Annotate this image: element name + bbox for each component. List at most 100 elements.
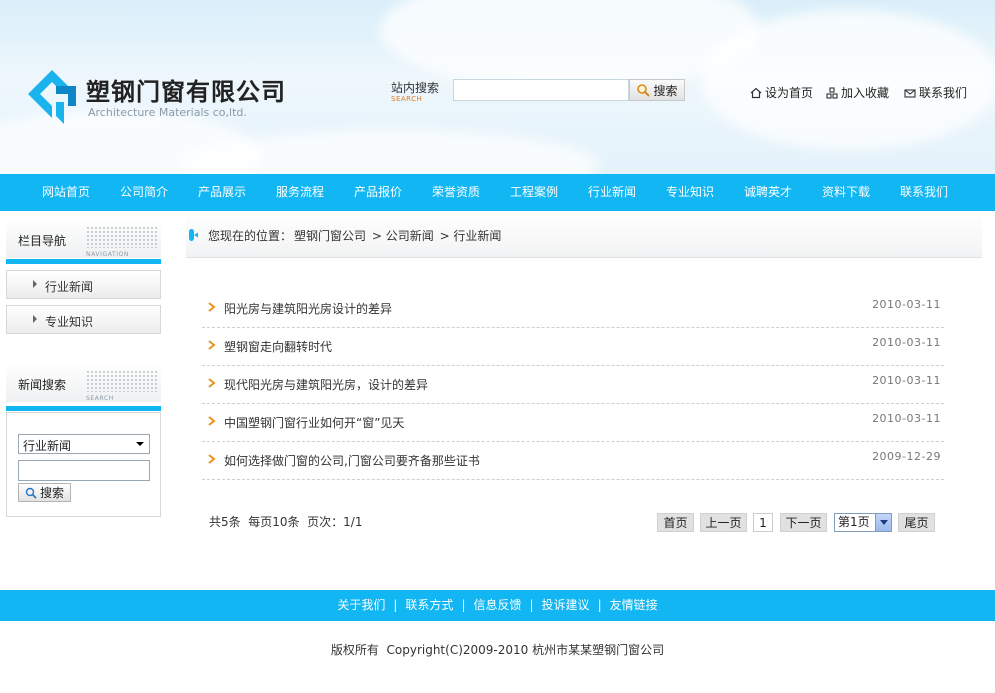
sidebar-item-knowledge[interactable]: 专业知识 <box>6 305 161 334</box>
news-category-select[interactable]: 行业新闻 <box>18 434 150 454</box>
sidebar-nav-title-en: NAVIGATION <box>86 251 130 258</box>
footer-links: 关于我们 | 联系方式 | 信息反馈 | 投诉建议 | 友情链接 <box>0 590 995 621</box>
breadcrumb-company-news[interactable]: > 公司新闻 <box>372 229 434 243</box>
set-homepage-link[interactable]: 设为首页 <box>750 84 813 101</box>
contact-us-link[interactable]: 联系我们 <box>904 84 967 101</box>
news-list-item: 中国塑钢门窗行业如何开“窗”见天 2010-03-11 <box>202 404 944 442</box>
footer-bar: 关于我们 | 联系方式 | 信息反馈 | 投诉建议 | 友情链接 <box>0 590 995 621</box>
sidebar-item-industry-news[interactable]: 行业新闻 <box>6 270 161 299</box>
bullet-arrow-icon <box>208 454 216 464</box>
sidebar-search-divider <box>6 406 161 411</box>
footer-separator: | <box>461 598 466 612</box>
nav-item-contact[interactable]: 联系我们 <box>900 174 948 211</box>
next-page-button[interactable]: 下一页 <box>780 513 827 532</box>
footer-separator: | <box>597 598 602 612</box>
news-date: 2010-03-11 <box>872 412 941 425</box>
sidebar-nav-title: 栏目导航 <box>18 234 67 248</box>
nav-item-downloads[interactable]: 资料下载 <box>822 174 870 211</box>
nav-item-cases[interactable]: 工程案例 <box>510 174 558 211</box>
breadcrumb-home[interactable]: 塑钢门窗公司 <box>294 229 366 243</box>
add-favorites-label: 加入收藏 <box>841 86 890 100</box>
page-select-value: 第1页 <box>838 515 870 529</box>
footer-separator: | <box>393 598 398 612</box>
footer-link-complaints[interactable]: 投诉建议 <box>542 598 590 612</box>
footer-separator: | <box>529 598 534 612</box>
footer-link-contact-info[interactable]: 联系方式 <box>405 598 453 612</box>
site-search-button-label: 搜索 <box>653 83 678 98</box>
dots-decoration <box>86 370 158 392</box>
nav-item-service-process[interactable]: 服务流程 <box>276 174 324 211</box>
last-page-button[interactable]: 尾页 <box>898 513 935 532</box>
news-title[interactable]: 塑钢窗走向翻转时代 <box>224 338 332 355</box>
nav-item-home[interactable]: 网站首页 <box>42 174 90 211</box>
contact-us-label: 联系我们 <box>919 86 968 100</box>
bullet-arrow-icon <box>208 378 216 388</box>
search-icon <box>25 487 37 499</box>
news-date: 2010-03-11 <box>872 336 941 349</box>
copyright-text: 版权所有 Copyright(C)2009-2010 杭州市某某塑钢门窗公司 <box>330 643 665 657</box>
sidebar-nav-header: 栏目导航 NAVIGATION <box>6 218 161 258</box>
favorites-icon <box>826 86 838 99</box>
search-icon <box>637 84 651 97</box>
logo-icon <box>28 70 76 124</box>
news-title[interactable]: 阳光房与建筑阳光房设计的差异 <box>224 300 392 317</box>
footer-link-feedback[interactable]: 信息反馈 <box>473 598 521 612</box>
nav-item-industry-news[interactable]: 行业新闻 <box>588 174 636 211</box>
news-search-box: 行业新闻 搜索 <box>6 412 161 517</box>
site-search-label: 站内搜索 <box>391 81 440 95</box>
site-search-button[interactable]: 搜索 <box>629 79 685 101</box>
news-search-button[interactable]: 搜索 <box>18 483 71 502</box>
sidebar-item-label: 专业知识 <box>45 315 94 329</box>
prev-page-button[interactable]: 上一页 <box>700 513 747 532</box>
main-nav: 网站首页 公司简介 产品展示 服务流程 产品报价 荣誉资质 工程案例 行业新闻 … <box>0 174 995 211</box>
page-select[interactable]: 第1页 <box>834 513 892 532</box>
bullet-arrow-icon <box>208 302 216 312</box>
nav-item-careers[interactable]: 诚聘英才 <box>744 174 792 211</box>
company-name-en: Architecture Materials co,ltd. <box>88 106 247 119</box>
header: 塑钢门窗有限公司 Architecture Materials co,ltd. … <box>0 0 995 174</box>
news-date: 2009-12-29 <box>872 450 941 463</box>
breadcrumb-industry-news[interactable]: > 行业新闻 <box>440 229 502 243</box>
news-category-value: 行业新闻 <box>23 439 72 453</box>
sidebar-search-title-en: SEARCH <box>86 395 114 402</box>
set-homepage-label: 设为首页 <box>765 86 814 100</box>
first-page-button[interactable]: 首页 <box>657 513 694 532</box>
page: 塑钢门窗有限公司 Architecture Materials co,ltd. … <box>0 0 995 693</box>
breadcrumb: 您现在的位置： 塑钢门窗公司 > 公司新闻 > 行业新闻 <box>186 212 982 258</box>
nav-item-quotes[interactable]: 产品报价 <box>354 174 402 211</box>
nav-item-products[interactable]: 产品展示 <box>198 174 246 211</box>
sidebar-search-title: 新闻搜索 <box>18 378 67 392</box>
bullet-arrow-icon <box>208 340 216 350</box>
nav-item-about[interactable]: 公司简介 <box>120 174 168 211</box>
footer-link-friend-links[interactable]: 友情链接 <box>610 598 658 612</box>
nav-item-knowledge[interactable]: 专业知识 <box>666 174 714 211</box>
arrow-right-icon <box>33 315 37 323</box>
news-list-item: 现代阳光房与建筑阳光房，设计的差异 2010-03-11 <box>202 366 944 404</box>
news-search-button-label: 搜索 <box>39 486 64 500</box>
site-search-label-en: SEARCH <box>391 95 423 103</box>
add-favorites-link[interactable]: 加入收藏 <box>826 84 889 101</box>
sidebar-nav-divider <box>6 259 161 264</box>
news-title[interactable]: 现代阳光房与建筑阳光房，设计的差异 <box>224 376 428 393</box>
news-list-item: 如何选择做门窗的公司,门窗公司要齐备那些证书 2009-12-29 <box>202 442 944 480</box>
breadcrumb-text: 您现在的位置： 塑钢门窗公司 > 公司新闻 > 行业新闻 <box>208 227 503 244</box>
news-date: 2010-03-11 <box>872 374 941 387</box>
dots-decoration <box>86 226 158 248</box>
news-list-item: 阳光房与建筑阳光房设计的差异 2010-03-11 <box>202 290 944 328</box>
arrow-right-icon <box>33 280 37 288</box>
footer-link-about[interactable]: 关于我们 <box>337 598 385 612</box>
news-date: 2010-03-11 <box>872 298 941 311</box>
news-title[interactable]: 如何选择做门窗的公司,门窗公司要齐备那些证书 <box>224 452 480 469</box>
chevron-down-icon <box>875 514 891 531</box>
site-search-input[interactable] <box>453 79 629 101</box>
company-name: 塑钢门窗有限公司 <box>86 78 286 106</box>
nav-item-honors[interactable]: 荣誉资质 <box>432 174 480 211</box>
news-title[interactable]: 中国塑钢门窗行业如何开“窗”见天 <box>224 414 404 431</box>
news-search-input[interactable] <box>18 460 150 481</box>
cloud-decoration <box>700 10 995 150</box>
news-list-item: 塑钢窗走向翻转时代 2010-03-11 <box>202 328 944 366</box>
pagination-summary: 共5条 每页10条 页次：1/1 <box>209 515 363 529</box>
location-icon <box>189 229 198 241</box>
breadcrumb-prefix: 您现在的位置： <box>208 229 293 243</box>
current-page-indicator: 1 <box>753 513 773 532</box>
